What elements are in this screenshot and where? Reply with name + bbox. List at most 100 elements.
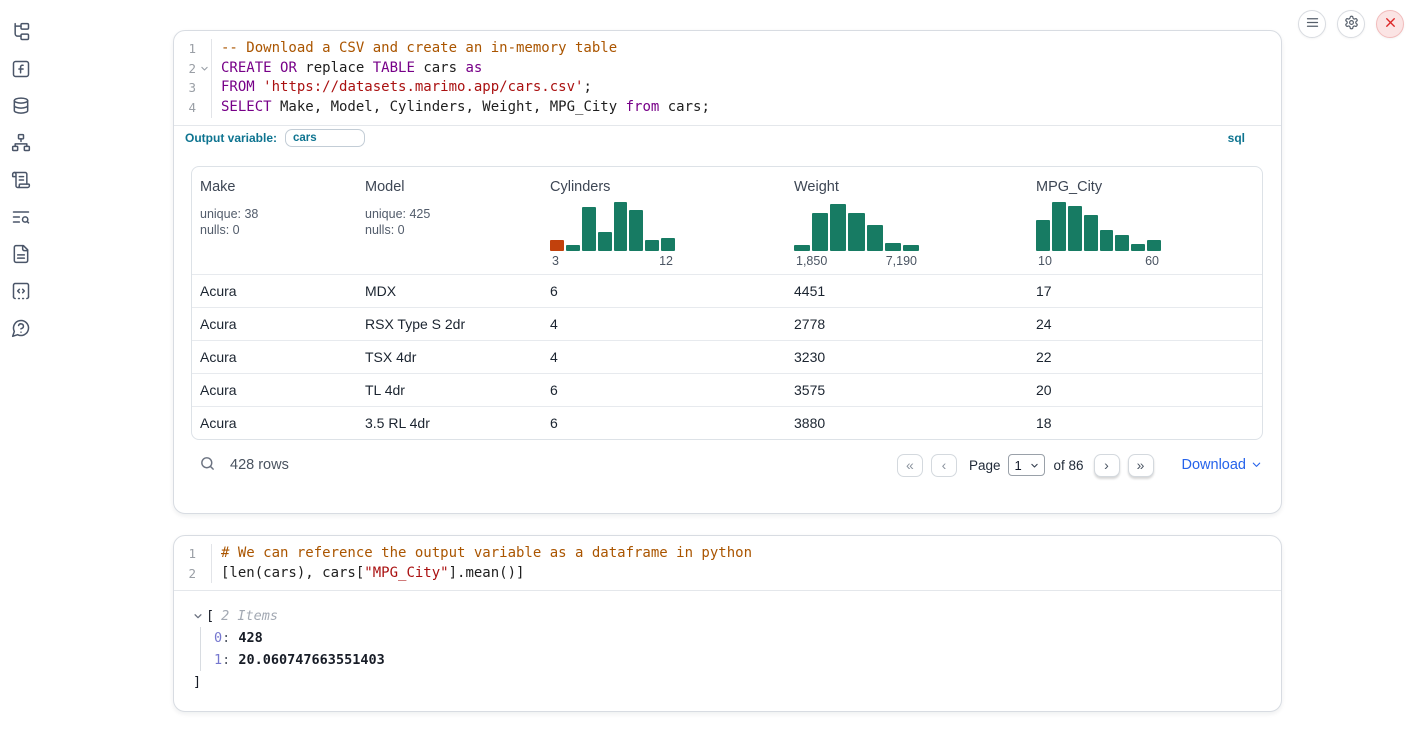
scroll-text-icon: [11, 170, 31, 193]
chevrons-right-icon: »: [1137, 458, 1145, 472]
histogram-axis-labels: 1,850 7,190: [794, 254, 919, 268]
first-page-button[interactable]: «: [897, 454, 923, 477]
code-line[interactable]: 1# We can reference the output variable …: [174, 544, 1281, 564]
sidebar-snippets-button[interactable]: [10, 281, 32, 303]
page-total-label: of 86: [1053, 458, 1083, 473]
code-line[interactable]: 2[len(cars), cars["MPG_City"].mean()]: [174, 564, 1281, 584]
table-cell: 6: [542, 374, 786, 406]
notebook-menu-button[interactable]: [1298, 10, 1326, 38]
fold-gutter-spacer: [198, 78, 212, 98]
text-search-icon: [11, 207, 31, 230]
sidebar-documentation-button[interactable]: [10, 244, 32, 266]
histogram-bar: [1052, 202, 1066, 250]
hamburger-menu-icon: [1305, 15, 1320, 33]
download-button[interactable]: Download: [1182, 457, 1263, 474]
code-token: TABLE: [373, 60, 415, 76]
column-name: Weight: [794, 179, 1020, 195]
axis-max-label: 7,190: [886, 254, 917, 268]
table-cell: Acura: [192, 407, 357, 439]
table-cell: 3230: [786, 341, 1028, 373]
help-chat-icon: [11, 318, 31, 341]
table-search-button[interactable]: [199, 455, 216, 475]
previous-page-button[interactable]: ‹: [931, 454, 957, 477]
table-row[interactable]: AcuraTSX 4dr4323022: [192, 340, 1262, 373]
table-cell: Acura: [192, 374, 357, 406]
sidebar-help-button[interactable]: [10, 318, 32, 340]
sql-code-editor[interactable]: 1-- Download a CSV and create an in-memo…: [174, 31, 1281, 125]
code-token: CREATE: [221, 60, 272, 76]
code-line[interactable]: 4SELECT Make, Model, Cylinders, Weight, …: [174, 98, 1281, 118]
function-square-icon: [11, 59, 31, 82]
entry-key: 1: [214, 652, 222, 668]
table-cell: TL 4dr: [357, 374, 542, 406]
table-row[interactable]: AcuraTL 4dr6357520: [192, 373, 1262, 406]
table-cell: 6: [542, 407, 786, 439]
table-cell: 3880: [786, 407, 1028, 439]
table-cell: MDX: [357, 275, 542, 307]
page-select[interactable]: 1: [1008, 454, 1045, 476]
code-token: [255, 79, 263, 95]
sidebar-dependency-graph-button[interactable]: [10, 133, 32, 155]
sql-cell-output: Make unique: 38 nulls: 0 Model unique: 4…: [174, 151, 1281, 477]
histogram-bar: [661, 238, 675, 251]
settings-button[interactable]: [1337, 10, 1365, 38]
shutdown-button[interactable]: [1376, 10, 1404, 38]
histogram-bar: [903, 245, 919, 251]
table-cell: 2778: [786, 308, 1028, 340]
collapse-chevron-icon[interactable]: [193, 611, 203, 621]
next-page-button[interactable]: ›: [1094, 454, 1120, 477]
table-cell: 6: [542, 275, 786, 307]
fold-chevron-icon[interactable]: [198, 59, 212, 79]
python-code-editor[interactable]: 1# We can reference the output variable …: [174, 536, 1281, 590]
code-text: -- Download a CSV and create an in-memor…: [212, 39, 617, 59]
line-number: 1: [174, 544, 198, 564]
column-header-mpg-city[interactable]: MPG_City 10 60: [1028, 167, 1262, 274]
column-header-model[interactable]: Model unique: 425 nulls: 0: [357, 167, 542, 274]
database-icon: [11, 96, 31, 119]
line-number: 2: [174, 564, 198, 584]
column-header-make[interactable]: Make unique: 38 nulls: 0: [192, 167, 357, 274]
histogram-bar: [566, 245, 580, 251]
sidebar-logs-button[interactable]: [10, 207, 32, 229]
sidebar-scratchpad-button[interactable]: [10, 170, 32, 192]
histogram-bar: [848, 213, 864, 250]
code-line[interactable]: 2CREATE OR replace TABLE cars as: [174, 59, 1281, 79]
axis-max-label: 60: [1145, 254, 1159, 268]
column-histogram: 3 12: [550, 199, 778, 268]
data-table: Make unique: 38 nulls: 0 Model unique: 4…: [191, 166, 1263, 440]
table-cell: 3575: [786, 374, 1028, 406]
code-line[interactable]: 1-- Download a CSV and create an in-memo…: [174, 39, 1281, 59]
download-label: Download: [1182, 457, 1247, 473]
code-token: Make, Model, Cylinders, Weight, MPG_City: [272, 99, 626, 115]
search-icon: [199, 455, 216, 475]
last-page-button[interactable]: »: [1128, 454, 1154, 477]
table-cell: RSX Type S 2dr: [357, 308, 542, 340]
python-cell-output: [ 2 Items 0: 4281: 20.060747663551403 ]: [174, 591, 1281, 693]
entry-colon: :: [222, 630, 238, 646]
output-variable-row: Output variable: sql: [174, 125, 1281, 151]
histogram-bar: [629, 210, 643, 251]
page-label: Page: [969, 458, 1001, 473]
column-header-weight[interactable]: Weight 1,850 7,190: [786, 167, 1028, 274]
table-row[interactable]: Acura3.5 RL 4dr6388018: [192, 406, 1262, 439]
chevron-left-icon: ‹: [942, 458, 947, 472]
code-token: [272, 60, 280, 76]
sidebar-variables-button[interactable]: [10, 59, 32, 81]
notebook-actions: [1298, 10, 1404, 38]
histogram-bar: [614, 202, 628, 250]
code-line[interactable]: 3FROM 'https://datasets.marimo.app/cars.…: [174, 78, 1281, 98]
axis-min-label: 1,850: [796, 254, 827, 268]
table-cell: Acura: [192, 275, 357, 307]
fold-gutter-spacer: [198, 564, 212, 584]
output-variable-input[interactable]: [285, 129, 365, 147]
open-bracket: [: [206, 605, 214, 627]
sidebar-file-explorer-button[interactable]: [10, 22, 32, 44]
column-header-cylinders[interactable]: Cylinders 3 12: [542, 167, 786, 274]
histogram-bar: [1084, 215, 1098, 250]
sidebar-datasources-button[interactable]: [10, 96, 32, 118]
histogram-bar: [582, 207, 596, 251]
table-row[interactable]: AcuraRSX Type S 2dr4277824: [192, 307, 1262, 340]
output-tree-entry: 1: 20.060747663551403: [214, 649, 1281, 671]
table-footer: 428 rows « ‹ Page 1 of 86 › » Download: [191, 440, 1263, 477]
table-row[interactable]: AcuraMDX6445117: [192, 274, 1262, 307]
